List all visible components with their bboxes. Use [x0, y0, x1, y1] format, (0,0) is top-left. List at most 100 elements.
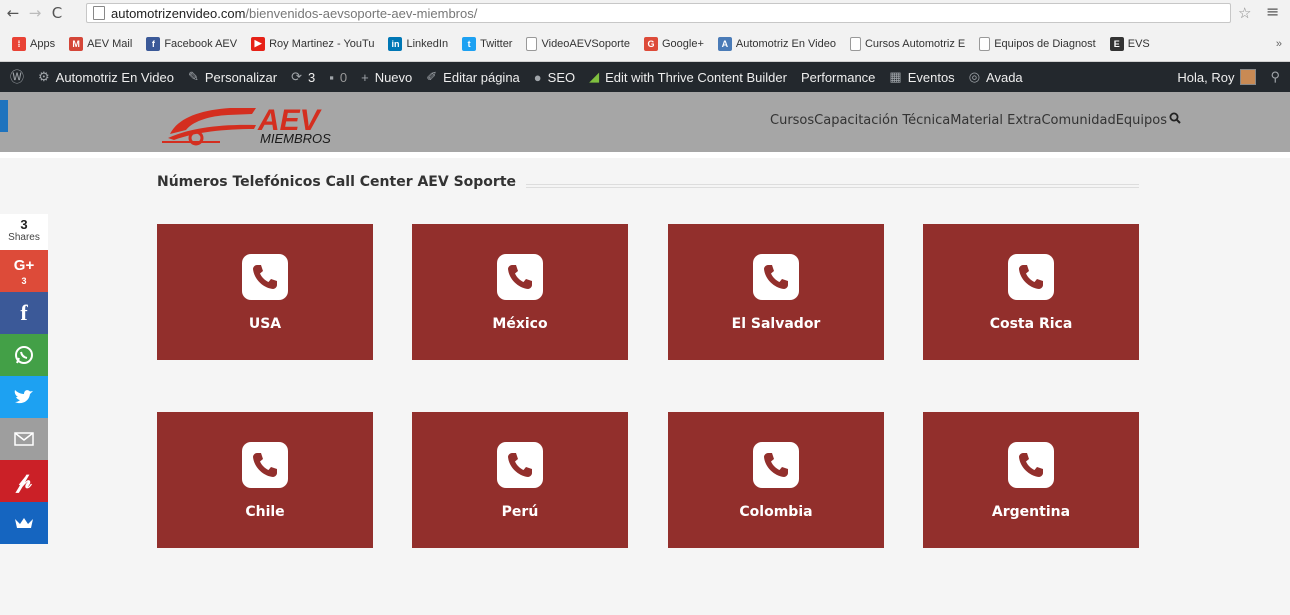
- country-label: USA: [248, 316, 282, 332]
- nav-capacitacion[interactable]: Capacitación Técnica: [814, 113, 950, 128]
- page-icon: [93, 6, 105, 20]
- share-sidebar: 3 Shares G+ 3 f 𝓅: [0, 214, 48, 544]
- admin-avada-link[interactable]: ◎ Avada: [969, 69, 1023, 85]
- bookmark-item[interactable]: t Twitter: [462, 36, 512, 51]
- bookmarks-bar: ⁞ Apps M AEV Mail f Facebook AEV ▶ Roy Martinez…: [0, 26, 1290, 62]
- whatsapp-icon: [15, 346, 33, 364]
- country-label: Chile: [245, 504, 285, 520]
- bookmark-item[interactable]: VideoAEVSoporte: [526, 36, 630, 51]
- facebook-icon: f: [146, 36, 161, 51]
- back-arrow-icon[interactable]: ←: [4, 4, 22, 22]
- logo-subtext: MIEMBROS: [260, 131, 331, 146]
- share-twitter-button[interactable]: [0, 376, 48, 418]
- crown-icon: [15, 518, 33, 528]
- share-pinterest-button[interactable]: 𝓅: [0, 460, 48, 502]
- side-tab[interactable]: [0, 100, 8, 132]
- admin-account[interactable]: Hola, Roy ⚲: [1177, 62, 1280, 92]
- bookmark-label: VideoAEVSoporte: [541, 37, 630, 50]
- bookmark-item[interactable]: ⁞ Apps: [12, 36, 56, 51]
- admin-comments-link[interactable]: ▪ 0: [329, 70, 347, 85]
- country-label: El Salvador: [731, 316, 821, 332]
- avatar: [1240, 69, 1257, 85]
- country-phone-tile[interactable]: USA: [157, 224, 373, 360]
- bookmark-item[interactable]: in LinkedIn: [388, 36, 448, 51]
- phone-icon: [1008, 442, 1054, 488]
- country-phone-tile[interactable]: Chile: [157, 412, 373, 548]
- admin-events-link[interactable]: ▦ Eventos: [889, 69, 954, 85]
- search-icon[interactable]: [1169, 112, 1181, 128]
- comment-icon: ▪: [329, 69, 334, 85]
- country-phone-tile[interactable]: México: [412, 224, 628, 360]
- site-icon: A: [717, 36, 732, 51]
- bookmark-item[interactable]: A Automotriz En Video: [717, 36, 836, 51]
- page-icon: [849, 36, 861, 51]
- nav-comunidad[interactable]: Comunidad: [1041, 113, 1115, 128]
- browser-toolbar: ← → C automotrizenvideo.com/bienvenidos-…: [0, 0, 1290, 26]
- main-navigation: Cursos Capacitación Técnica Material Extra…: [770, 112, 1181, 128]
- bookmark-label: Roy Martinez - YouTu: [269, 37, 375, 50]
- admin-site-link[interactable]: ⚙ Automotriz En Video: [38, 69, 174, 85]
- facebook-icon: f: [20, 300, 28, 325]
- admin-seo-label: SEO: [547, 69, 576, 85]
- share-email-button[interactable]: [0, 418, 48, 460]
- admin-comments-count: 0: [339, 69, 348, 85]
- country-label: Argentina: [991, 504, 1071, 520]
- reload-icon[interactable]: C: [48, 4, 66, 22]
- bookmark-item[interactable]: ▶ Roy Martinez - YouTu: [251, 36, 375, 51]
- youtube-icon: ▶: [251, 36, 266, 51]
- bookmark-item[interactable]: G Google+: [643, 36, 704, 51]
- admin-seo-link[interactable]: ● SEO: [534, 70, 575, 85]
- nav-cursos[interactable]: Cursos: [770, 113, 814, 128]
- bookmark-label: Equipos de Diagnost: [994, 37, 1096, 50]
- country-phone-tile[interactable]: Colombia: [668, 412, 884, 548]
- share-whatsapp-button[interactable]: [0, 334, 48, 376]
- bookmarks-overflow-icon[interactable]: »: [1276, 38, 1282, 50]
- wordpress-logo-icon[interactable]: Ⓦ: [10, 67, 24, 87]
- aev-logo[interactable]: AEV MIEMBROS: [160, 98, 350, 146]
- admin-greeting: Hola, Roy: [1177, 69, 1235, 85]
- admin-edit-link[interactable]: ✐ Editar página: [426, 69, 520, 85]
- country-label: Colombia: [739, 504, 813, 520]
- admin-customize-link[interactable]: ✎ Personalizar: [188, 69, 277, 85]
- admin-new-link[interactable]: + Nuevo: [361, 70, 412, 85]
- nav-material-extra[interactable]: Material Extra: [950, 113, 1041, 128]
- updates-icon: ⟳: [291, 69, 303, 84]
- bookmark-label: Automotriz En Video: [735, 37, 836, 50]
- country-label: México: [492, 316, 548, 332]
- country-phone-tile[interactable]: Perú: [412, 412, 628, 548]
- bookmark-star-icon[interactable]: ☆: [1238, 4, 1251, 22]
- phone-icon: [497, 442, 543, 488]
- phone-icon: [242, 254, 288, 300]
- phone-icon: [497, 254, 543, 300]
- admin-performance-link[interactable]: Performance: [801, 70, 875, 85]
- country-phone-tile[interactable]: El Salvador: [668, 224, 884, 360]
- admin-thrive-link[interactable]: ◢ Edit with Thrive Content Builder: [589, 69, 787, 85]
- bookmark-item[interactable]: E EVS: [1109, 36, 1150, 51]
- forward-arrow-icon[interactable]: →: [26, 4, 44, 22]
- bookmark-item[interactable]: Cursos Automotriz E: [849, 36, 965, 51]
- admin-search-icon[interactable]: ⚲: [1270, 69, 1280, 85]
- admin-updates-link[interactable]: ⟳ 3: [291, 69, 315, 85]
- admin-updates-count: 3: [308, 69, 316, 85]
- country-phone-tile[interactable]: Costa Rica: [923, 224, 1139, 360]
- bookmark-item[interactable]: M AEV Mail: [69, 36, 132, 51]
- share-facebook-button[interactable]: f: [0, 292, 48, 334]
- menu-icon[interactable]: ≡: [1266, 2, 1279, 21]
- apps-grid-icon: ⁞: [12, 36, 26, 51]
- admin-events-label: Eventos: [907, 69, 955, 85]
- address-bar[interactable]: automotrizenvideo.com/bienvenidos-aevsop…: [86, 3, 1231, 23]
- bookmark-item[interactable]: f Facebook AEV: [146, 36, 237, 51]
- nav-equipos[interactable]: Equipos: [1116, 113, 1167, 128]
- header-separator: [0, 152, 1290, 158]
- share-more-button[interactable]: [0, 502, 48, 544]
- admin-avada-label: Avada: [986, 69, 1023, 85]
- wp-admin-bar: Ⓦ ⚙ Automotriz En Video ✎ Personalizar ⟳ 3 …: [0, 62, 1290, 92]
- bookmark-label: Apps: [30, 37, 56, 50]
- seo-dot-icon: ●: [533, 69, 542, 85]
- url-host: automotrizenvideo.com: [111, 5, 246, 21]
- country-phone-tile[interactable]: Argentina: [923, 412, 1139, 548]
- bookmark-label: Google+: [661, 37, 704, 50]
- plus-icon: +: [361, 69, 369, 85]
- bookmark-item[interactable]: Equipos de Diagnost: [979, 36, 1096, 51]
- share-googleplus-button[interactable]: G+ 3: [0, 250, 48, 292]
